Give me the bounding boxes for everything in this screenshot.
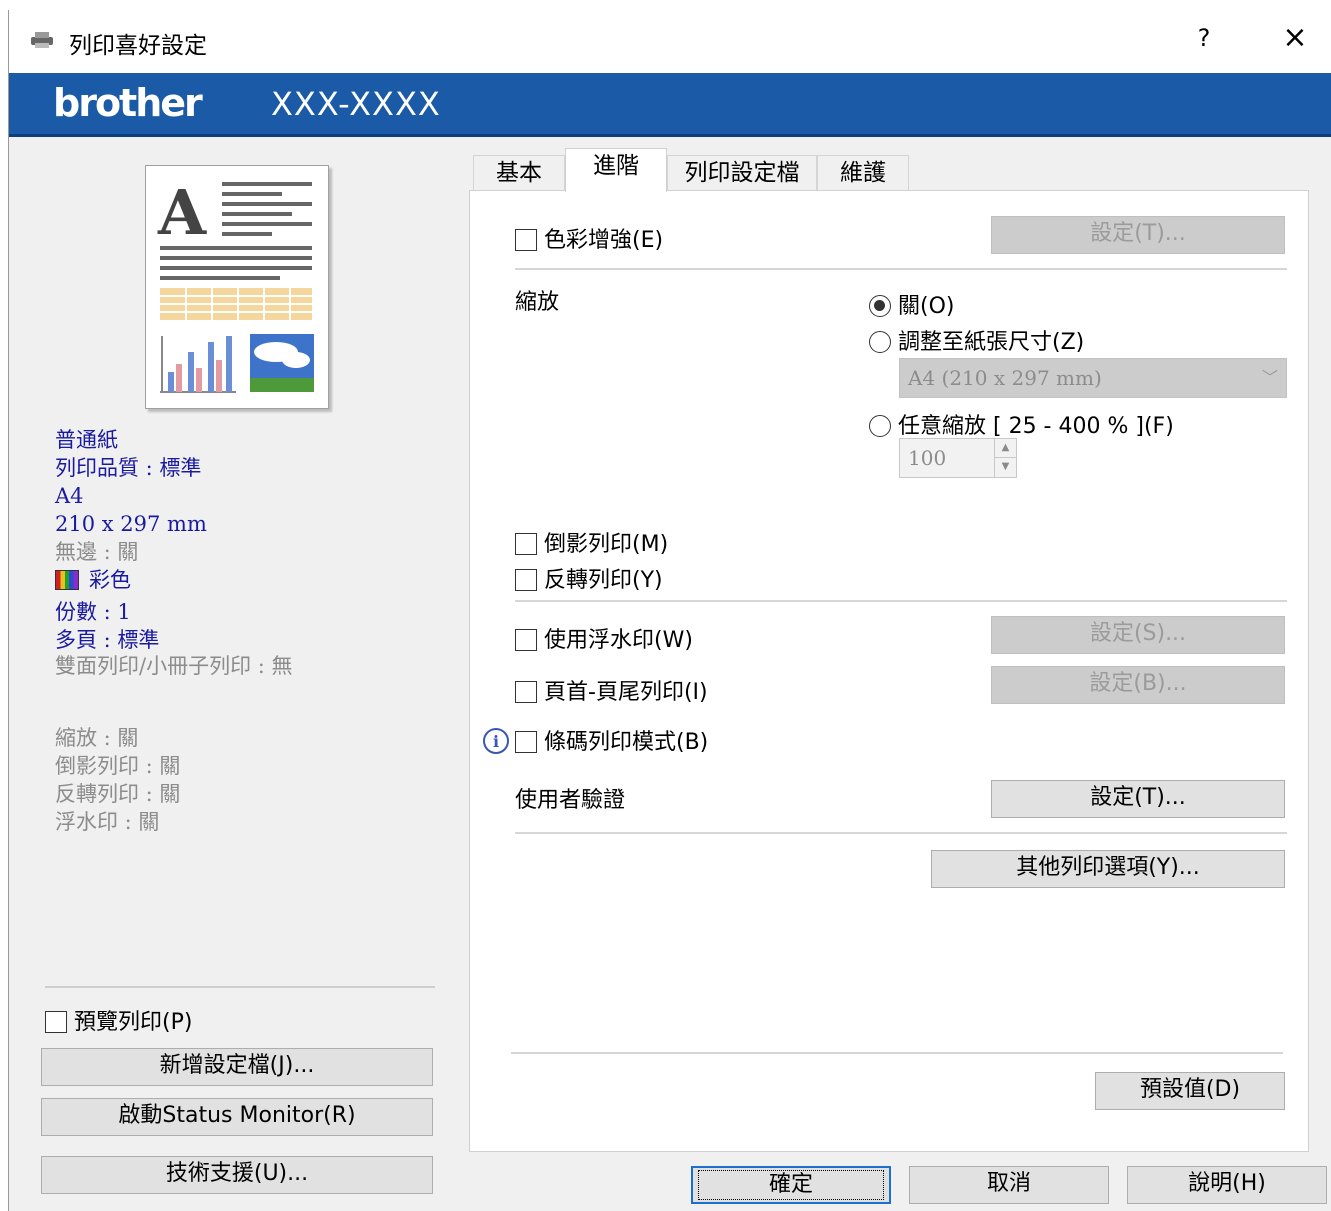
mirror-checkbox[interactable]	[515, 533, 537, 555]
separator	[515, 832, 1287, 834]
paper-size-value: A4 (210 x 297 mm)	[908, 366, 1102, 390]
scaling-free-label: 任意縮放 [ 25 - 400 % ](F)	[898, 414, 1174, 439]
user-auth-label: 使用者驗證	[515, 788, 626, 813]
separator	[511, 1052, 1283, 1054]
page-preview: A	[145, 165, 329, 409]
watermark-label: 使用浮水印(W)	[544, 628, 693, 653]
info-borderless: 無邊 : 關	[55, 540, 139, 564]
header-footer-settings-button[interactable]: 設定(B)...	[991, 666, 1285, 704]
info-color-mode: 彩色	[55, 566, 131, 594]
printer-model: XXX-XXXX	[271, 85, 441, 123]
spinner-up-icon[interactable]: ▲	[995, 439, 1016, 458]
info-icon[interactable]: i	[481, 726, 511, 756]
add-profile-button[interactable]: 新增設定檔(J)...	[41, 1048, 433, 1086]
color-enhance-settings-button[interactable]: 設定(T)...	[991, 216, 1285, 254]
user-auth-settings-button[interactable]: 設定(T)...	[991, 780, 1285, 818]
paper-size-select[interactable]: A4 (210 x 297 mm) ﹀	[899, 358, 1287, 398]
ok-button[interactable]: 確定	[691, 1166, 891, 1204]
info-dimensions: 210 x 297 mm	[55, 512, 207, 536]
separator	[515, 268, 1287, 270]
info-copies: 份數 : 1	[55, 600, 131, 624]
support-button[interactable]: 技術支援(U)...	[41, 1156, 433, 1194]
reverse-label: 反轉列印(Y)	[544, 568, 663, 593]
info-reverse: 反轉列印 : 關	[55, 782, 181, 806]
header-footer-checkbox[interactable]	[515, 681, 537, 703]
separator	[515, 600, 1287, 602]
help-button[interactable]: 說明(H)	[1127, 1166, 1327, 1204]
color-enhance-option[interactable]: 色彩增強(E)	[515, 222, 663, 254]
watermark-checkbox[interactable]	[515, 629, 537, 651]
print-preview-checkbox[interactable]	[45, 1011, 67, 1033]
brother-logo: brother	[53, 81, 203, 125]
info-print-quality: 列印品質 : 標準	[55, 456, 202, 480]
header-footer-option[interactable]: 頁首-頁尾列印(I)	[515, 674, 708, 706]
color-mode-icon	[55, 570, 79, 590]
scaling-free-option[interactable]: 任意縮放 [ 25 - 400 % ](F)	[869, 408, 1174, 440]
print-preferences-dialog: 列印喜好設定 ? × brother XXX-XXXX A 普通紙 列印品質:…	[8, 10, 1331, 1211]
info-multipage: 多頁 : 標準	[55, 628, 160, 652]
barcode-label: 條碼列印模式(B)	[544, 730, 709, 755]
status-monitor-button[interactable]: 啟動Status Monitor(R)	[41, 1098, 433, 1136]
info-color-label: 彩色	[89, 568, 131, 592]
scaling-free-radio[interactable]	[869, 415, 891, 437]
scaling-percent-spinner[interactable]: 100 ▲ ▼	[899, 438, 1017, 478]
close-button[interactable]: ×	[1277, 20, 1313, 60]
cancel-button[interactable]: 取消	[909, 1166, 1109, 1204]
spinner-buttons: ▲ ▼	[994, 439, 1016, 477]
info-duplex: 雙面列印/小冊子列印 : 無	[55, 654, 293, 678]
reverse-option[interactable]: 反轉列印(Y)	[515, 562, 663, 594]
scaling-off-label: 關(O)	[898, 294, 955, 319]
tab-basic[interactable]: 基本	[473, 155, 565, 191]
print-preview-label: 預覽列印(P)	[74, 1010, 193, 1035]
scaling-off-option[interactable]: 關(O)	[869, 288, 954, 320]
header-footer-label: 頁首-頁尾列印(I)	[544, 680, 708, 705]
scaling-percent-value: 100	[908, 446, 947, 470]
tab-print-profiles[interactable]: 列印設定檔	[667, 155, 817, 191]
scaling-fit-radio[interactable]	[869, 331, 891, 353]
mirror-option[interactable]: 倒影列印(M)	[515, 526, 668, 558]
svg-text:A: A	[157, 176, 207, 249]
scaling-fit-label: 調整至紙張尺寸(Z)	[898, 330, 1085, 355]
reverse-checkbox[interactable]	[515, 569, 537, 591]
color-enhance-checkbox[interactable]	[515, 229, 537, 251]
window-title: 列印喜好設定	[69, 33, 207, 59]
svg-text:i: i	[493, 732, 499, 751]
defaults-button[interactable]: 預設值(D)	[1095, 1072, 1285, 1110]
spinner-down-icon[interactable]: ▼	[995, 458, 1016, 477]
barcode-option[interactable]: 條碼列印模式(B)	[515, 724, 708, 756]
info-watermark: 浮水印 : 關	[55, 810, 160, 834]
info-paper-size: A4	[55, 484, 84, 508]
printer-icon	[31, 32, 53, 48]
title-bar: 列印喜好設定 ? ×	[9, 10, 1331, 73]
ok-button-label: 確定	[697, 1170, 884, 1200]
info-mirror: 倒影列印 : 關	[55, 754, 181, 778]
brand-banner: brother XXX-XXXX	[9, 73, 1331, 137]
scaling-fit-option[interactable]: 調整至紙張尺寸(Z)	[869, 324, 1084, 356]
other-print-options-button[interactable]: 其他列印選項(Y)...	[931, 850, 1285, 888]
print-preview-option[interactable]: 預覽列印(P)	[45, 1004, 192, 1036]
color-enhance-label: 色彩增強(E)	[544, 228, 664, 253]
tab-advanced[interactable]: 進階	[565, 148, 667, 192]
preview-thumbnail: A	[157, 176, 314, 393]
tab-maintenance[interactable]: 維護	[817, 155, 909, 191]
scaling-off-radio[interactable]	[869, 295, 891, 317]
help-title-button[interactable]: ?	[1189, 24, 1219, 58]
info-paper-type: 普通紙	[55, 428, 118, 452]
info-scaling: 縮放 : 關	[55, 726, 139, 750]
chevron-down-icon: ﹀	[1261, 368, 1278, 387]
watermark-option[interactable]: 使用浮水印(W)	[515, 622, 693, 654]
left-separator	[45, 986, 435, 988]
mirror-label: 倒影列印(M)	[544, 532, 669, 557]
watermark-settings-button[interactable]: 設定(S)...	[991, 616, 1285, 654]
barcode-checkbox[interactable]	[515, 731, 537, 753]
scaling-label: 縮放	[515, 290, 560, 315]
